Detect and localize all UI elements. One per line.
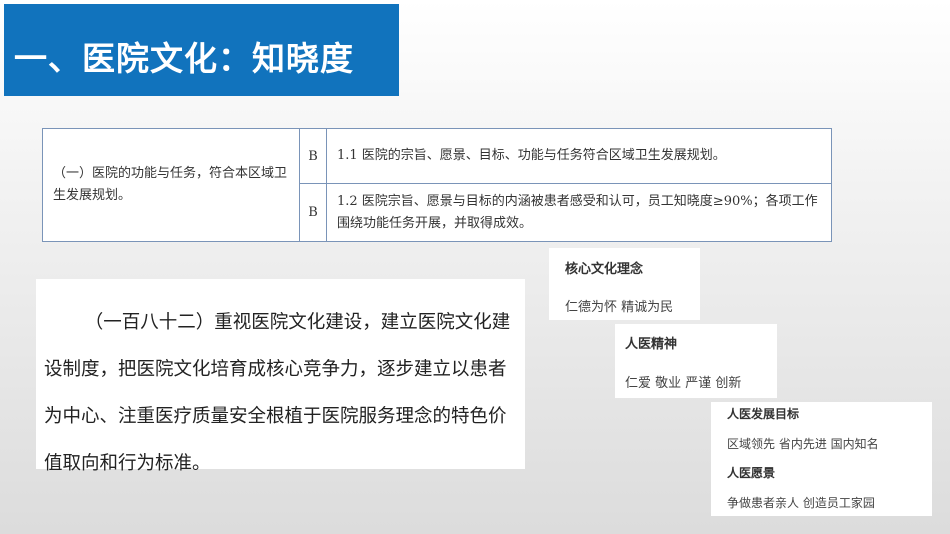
page-title: 一、医院文化：知晓度 [14, 39, 354, 78]
grade-cell: B [299, 128, 327, 184]
grade-cell: B [299, 183, 327, 242]
standard-text-cell: 1.2 医院宗旨、愿景与目标的内涵被患者感受和认可，员工知晓度≥90%；各项工作… [326, 183, 832, 242]
core-culture-text: 仁德为怀 精诚为民 [565, 300, 674, 315]
development-goal-text: 区域领先 省内先进 国内知名 [727, 437, 879, 451]
table-row: （一）医院的功能与任务，符合本区域卫生发展规划。 B 1.1 医院的宗旨、愿景、… [42, 128, 832, 242]
hospital-spirit-card: 人医精神 仁爱 敬业 严谨 创新 [615, 324, 777, 398]
hospital-spirit-text: 仁爱 敬业 严谨 创新 [625, 376, 742, 391]
development-goal-title: 人医发展目标 [727, 407, 800, 421]
policy-quote-box: （一百八十二）重视医院文化建设，建立医院文化建设制度，把医院文化培育成核心竞争力… [36, 279, 525, 474]
goal-vision-card: 人医发展目标 区域领先 省内先进 国内知名 人医愿景 争做患者亲人 创造员工家园 [711, 402, 932, 516]
title-banner: 一、医院文化：知晓度 [4, 4, 399, 96]
vision-title: 人医愿景 [727, 466, 776, 480]
standard-text-cell: 1.1 医院的宗旨、愿景、目标、功能与任务符合区域卫生发展规划。 [326, 128, 832, 184]
category-cell: （一）医院的功能与任务，符合本区域卫生发展规划。 [42, 128, 300, 242]
policy-quote-text: （一百八十二）重视医院文化建设，建立医院文化建设制度，把医院文化培育成核心竞争力… [44, 312, 511, 474]
vision-text: 争做患者亲人 创造员工家园 [727, 496, 875, 510]
hospital-spirit-title: 人医精神 [625, 337, 678, 352]
core-culture-card: 核心文化理念 仁德为怀 精诚为民 [549, 248, 700, 320]
core-culture-title: 核心文化理念 [565, 262, 644, 277]
standards-table: （一）医院的功能与任务，符合本区域卫生发展规划。 B 1.1 医院的宗旨、愿景、… [42, 128, 832, 242]
